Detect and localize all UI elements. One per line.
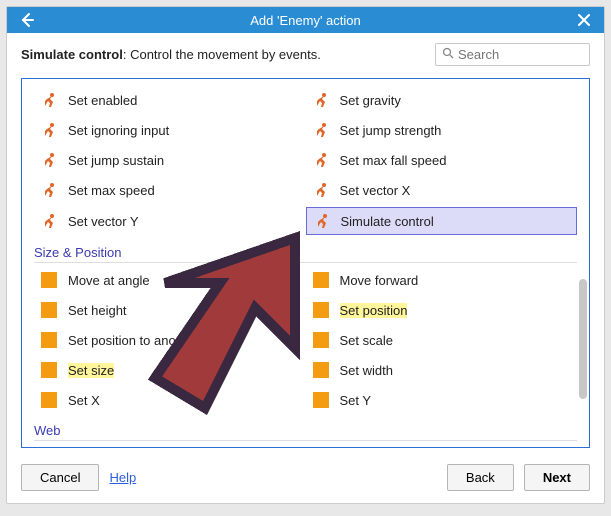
platform-item-3[interactable]: Set jump strength (306, 117, 578, 143)
header-description: Simulate control: Control the movement b… (21, 47, 435, 62)
platform-item-5-icon (312, 151, 330, 169)
sizepos-item-9-label: Set Y (340, 393, 372, 408)
sizepos-item-4-label: Set position to another object (68, 333, 236, 348)
platform-item-1-icon (312, 91, 330, 109)
web-item-0[interactable]: Load image from URL (34, 445, 577, 448)
platform-item-7-icon (312, 181, 330, 199)
platform-item-6[interactable]: Set max speed (34, 177, 306, 203)
header-bold: Simulate control (21, 47, 123, 62)
sizepos-item-3-label: Set position (340, 303, 408, 318)
platform-item-2[interactable]: Set ignoring input (34, 117, 306, 143)
sizepos-item-3-icon (312, 301, 330, 319)
sizepos-item-9[interactable]: Set Y (306, 387, 578, 413)
platform-item-9-icon (313, 212, 331, 230)
sizepos-item-3[interactable]: Set position (306, 297, 578, 323)
sizepos-item-6-label: Set size (68, 363, 114, 378)
dialog-window: Add 'Enemy' action Simulate control: Con… (6, 6, 605, 504)
sizepos-item-6[interactable]: Set size (34, 357, 306, 383)
sizepos-item-8[interactable]: Set X (34, 387, 306, 413)
sizepos-item-8-icon (40, 391, 58, 409)
sizepos-item-5-label: Set scale (340, 333, 393, 348)
header-rest: : Control the movement by events. (123, 47, 321, 62)
scrollbar-thumb[interactable] (579, 279, 587, 399)
sizepos-item-6-icon (40, 361, 58, 379)
sizepos-item-1[interactable]: Move forward (306, 267, 578, 293)
platform-item-4-label: Set jump sustain (68, 153, 164, 168)
section-web: Web (34, 423, 577, 441)
platform-item-6-icon (40, 181, 58, 199)
sizepos-item-9-icon (312, 391, 330, 409)
platform-item-5-label: Set max fall speed (340, 153, 447, 168)
platform-item-8[interactable]: Set vector Y (34, 207, 306, 235)
sizepos-item-5-icon (312, 331, 330, 349)
sizepos-item-0[interactable]: Move at angle (34, 267, 306, 293)
sizepos-item-7-icon (312, 361, 330, 379)
sizepos-item-1-label: Move forward (340, 273, 419, 288)
back-arrow-icon[interactable] (15, 12, 39, 28)
sizepos-item-7-label: Set width (340, 363, 393, 378)
sizepos-item-2[interactable]: Set height (34, 297, 306, 323)
platform-item-9-label: Simulate control (341, 214, 434, 229)
sizepos-item-8-label: Set X (68, 393, 100, 408)
platform-item-9[interactable]: Simulate control (306, 207, 578, 235)
search-field[interactable] (435, 43, 590, 66)
platform-item-3-icon (312, 121, 330, 139)
action-list[interactable]: Set enabled Set gravity Set ignoring input… (21, 78, 590, 448)
sizepos-item-0-label: Move at angle (68, 273, 150, 288)
platform-item-2-label: Set ignoring input (68, 123, 169, 138)
sizepos-item-7[interactable]: Set width (306, 357, 578, 383)
sizepos-item-2-label: Set height (68, 303, 127, 318)
platform-item-0-label: Set enabled (68, 93, 137, 108)
platform-item-4[interactable]: Set jump sustain (34, 147, 306, 173)
platform-item-6-label: Set max speed (68, 183, 155, 198)
sizepos-item-1-icon (312, 271, 330, 289)
dialog-title: Add 'Enemy' action (39, 13, 572, 28)
platform-item-3-label: Set jump strength (340, 123, 442, 138)
platform-item-8-label: Set vector Y (68, 214, 139, 229)
sizepos-item-5[interactable]: Set scale (306, 327, 578, 353)
cancel-button[interactable]: Cancel (21, 464, 99, 491)
platform-item-4-icon (40, 151, 58, 169)
platform-item-0[interactable]: Set enabled (34, 87, 306, 113)
section-size-position: Size & Position (34, 245, 577, 263)
header: Simulate control: Control the movement b… (7, 33, 604, 74)
platform-item-2-icon (40, 121, 58, 139)
titlebar: Add 'Enemy' action (7, 7, 604, 33)
sizepos-item-4-icon (40, 331, 58, 349)
footer: Cancel Help Back Next (7, 456, 604, 503)
platform-item-1[interactable]: Set gravity (306, 87, 578, 113)
platform-item-5[interactable]: Set max fall speed (306, 147, 578, 173)
platform-item-1-label: Set gravity (340, 93, 401, 108)
platform-item-7[interactable]: Set vector X (306, 177, 578, 203)
search-icon (442, 47, 454, 62)
back-button[interactable]: Back (447, 464, 514, 491)
platform-item-8-icon (40, 212, 58, 230)
help-link[interactable]: Help (109, 470, 136, 485)
sizepos-item-4[interactable]: Set position to another object (34, 327, 306, 353)
platform-item-0-icon (40, 91, 58, 109)
search-input[interactable] (458, 47, 583, 62)
platform-item-7-label: Set vector X (340, 183, 411, 198)
close-icon[interactable] (572, 14, 596, 26)
next-button[interactable]: Next (524, 464, 590, 491)
sizepos-item-2-icon (40, 301, 58, 319)
sizepos-item-0-icon (40, 271, 58, 289)
